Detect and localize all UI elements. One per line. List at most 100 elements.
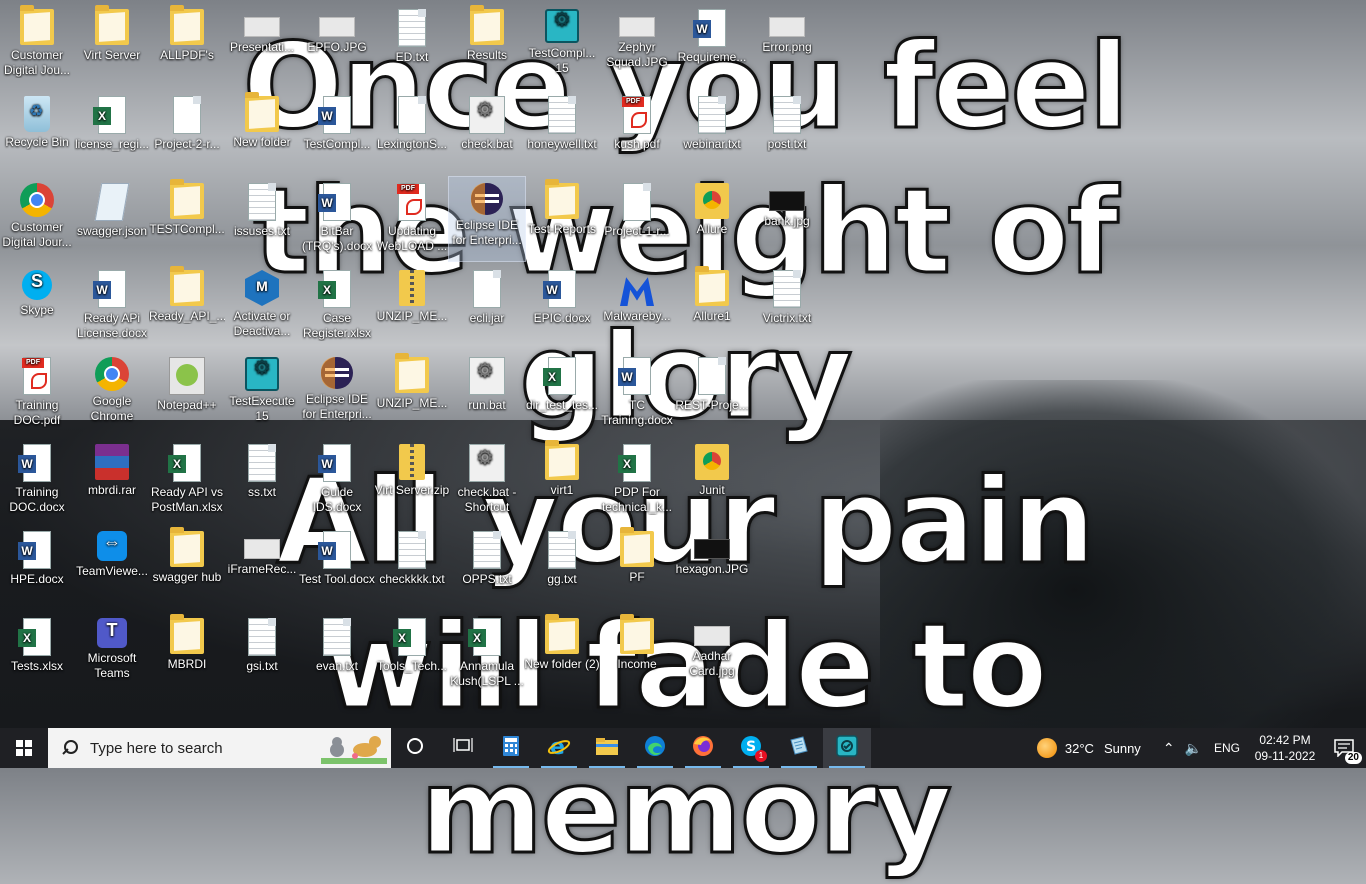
desktop-icon[interactable]: TestExecute 15	[224, 351, 300, 435]
desktop-icon[interactable]: BitBar (TRQ's).docx	[299, 177, 375, 261]
desktop-icon[interactable]: webinar.txt	[674, 90, 750, 174]
desktop-icon[interactable]: hexagon.JPG	[674, 525, 750, 609]
weather-widget[interactable]: 32°C Sunny	[1036, 738, 1141, 758]
desktop-icon[interactable]: Junit	[674, 438, 750, 522]
desktop-icon[interactable]: TC Training.docx	[599, 351, 675, 435]
desktop-icon[interactable]: EPFO.JPG	[299, 3, 375, 87]
desktop-icon[interactable]: Virt Server.zip	[374, 438, 450, 522]
desktop-icon[interactable]: Allure	[674, 177, 750, 261]
taskbar-search-box[interactable]: Type here to search	[48, 728, 391, 768]
desktop-icon[interactable]: evan.txt	[299, 612, 375, 696]
desktop-icon[interactable]: honeywell.txt	[524, 90, 600, 174]
desktop-icon[interactable]: TESTCompl...	[149, 177, 225, 261]
desktop-icon[interactable]: swagger.json	[74, 177, 150, 261]
desktop-icon[interactable]: Tests.xlsx	[0, 612, 75, 696]
desktop-icon[interactable]: Google Chrome	[74, 351, 150, 435]
volume-icon[interactable]: 🔈	[1185, 740, 1202, 757]
desktop-icon[interactable]: LexingtonS...	[374, 90, 450, 174]
desktop-icon[interactable]: Eclipse IDE for Enterpri...	[299, 351, 375, 435]
desktop-icon[interactable]: check.bat - Shortcut	[449, 438, 525, 522]
desktop-icon[interactable]: Training DOC.pdf	[0, 351, 75, 435]
taskbar-app-button[interactable]	[391, 728, 439, 768]
desktop-icon[interactable]: ss.txt	[224, 438, 300, 522]
desktop-icon[interactable]: issuses.txt	[224, 177, 300, 261]
taskbar-app-button[interactable]	[775, 728, 823, 768]
desktop-icon[interactable]: Customer Digital Jour...	[0, 177, 75, 261]
desktop-icon[interactable]: Training DOC.docx	[0, 438, 75, 522]
language-indicator[interactable]: ENG	[1214, 741, 1240, 755]
desktop-icon[interactable]: HPE.docx	[0, 525, 75, 609]
desktop-icon[interactable]: New folder	[224, 90, 300, 174]
desktop-icon[interactable]: iFrameRec...	[224, 525, 300, 609]
desktop-icon[interactable]: Allure1	[674, 264, 750, 348]
desktop-icon[interactable]: MBRDI	[149, 612, 225, 696]
desktop-icon[interactable]: REST-Proje...	[674, 351, 750, 435]
notification-center-button[interactable]: 20	[1322, 728, 1366, 768]
taskbar-app-button[interactable]	[679, 728, 727, 768]
desktop-icon[interactable]: Error.png	[749, 3, 825, 87]
start-button[interactable]	[0, 728, 48, 768]
desktop-icon[interactable]: Project-2-r...	[149, 90, 225, 174]
desktop-icon[interactable]: Victrix.txt	[749, 264, 825, 348]
desktop-icon[interactable]: Presentati...	[224, 3, 300, 87]
desktop-icon[interactable]: Requireme...	[674, 3, 750, 87]
taskbar-app-button[interactable]	[631, 728, 679, 768]
desktop-icon[interactable]: Eclipse IDE for Enterpri...	[448, 176, 526, 262]
taskbar-app-button[interactable]	[823, 728, 871, 768]
desktop-icon[interactable]: OPPS.txt	[449, 525, 525, 609]
clock[interactable]: 02:42 PM 09-11-2022	[1248, 732, 1322, 764]
desktop-icon[interactable]: ecli.jar	[449, 264, 525, 348]
desktop-icon[interactable]: Project-1-r...	[599, 177, 675, 261]
desktop-icon[interactable]: run.bat	[449, 351, 525, 435]
desktop-icon[interactable]: UNZIP_ME...	[374, 351, 450, 435]
desktop-icon[interactable]: Virt Server	[74, 3, 150, 87]
desktop-icon[interactable]: gg.txt	[524, 525, 600, 609]
desktop-icon[interactable]: EPIC.docx	[524, 264, 600, 348]
desktop-icon[interactable]: Test Tool.docx	[299, 525, 375, 609]
desktop-icon[interactable]: Annamula Kush(LSPL ...	[449, 612, 525, 696]
desktop-icon[interactable]: Recycle Bin	[0, 90, 75, 174]
desktop-icon[interactable]: Skype	[0, 264, 75, 348]
desktop-icon[interactable]: post.txt	[749, 90, 825, 174]
taskbar-app-button[interactable]: e	[535, 728, 583, 768]
desktop-icon[interactable]: ALLPDF's	[149, 3, 225, 87]
desktop-icon[interactable]: PDP For technical_k...	[599, 438, 675, 522]
desktop-icon[interactable]: Ready API vs PostMan.xlsx	[149, 438, 225, 522]
desktop-icon[interactable]: Microsoft Teams	[74, 612, 150, 696]
desktop-icon[interactable]: Ready APi License.docx	[74, 264, 150, 348]
taskbar-app-button[interactable]	[487, 728, 535, 768]
desktop-icon[interactable]: Updating WebLOAD ...	[374, 177, 450, 261]
desktop-icon[interactable]: Aadhar Card.jpg	[674, 612, 750, 696]
taskbar-app-button[interactable]	[583, 728, 631, 768]
desktop-icon[interactable]: bank.jpg	[749, 177, 825, 261]
desktop-icon[interactable]: Customer Digital Jou...	[0, 3, 75, 87]
desktop-icon[interactable]: TeamViewe...	[74, 525, 150, 609]
desktop-icon[interactable]: Activate or Deactiva...	[224, 264, 300, 348]
desktop-icon[interactable]: ED.txt	[374, 3, 450, 87]
desktop-icon[interactable]: Guide IDS.docx	[299, 438, 375, 522]
desktop-icon[interactable]: Results	[449, 3, 525, 87]
desktop-icon[interactable]: Test-Reports	[524, 177, 600, 261]
desktop-icon[interactable]: Tools_Tech...	[374, 612, 450, 696]
desktop-icon[interactable]: check.bat	[449, 90, 525, 174]
chevron-up-icon[interactable]: ⌃	[1163, 740, 1175, 757]
desktop-icon[interactable]: swagger hub	[149, 525, 225, 609]
taskbar-app-button[interactable]	[439, 728, 487, 768]
desktop-icon[interactable]: PF	[599, 525, 675, 609]
desktop-icon[interactable]: TestCompl...	[299, 90, 375, 174]
desktop-icon[interactable]: Notepad++	[149, 351, 225, 435]
desktop-icon[interactable]: Income	[599, 612, 675, 696]
desktop-icon[interactable]: Malwareby...	[599, 264, 675, 348]
desktop-icon[interactable]: dir_test_tes...	[524, 351, 600, 435]
desktop-icon[interactable]: New folder (2)	[524, 612, 600, 696]
desktop-icon[interactable]: kush.pdf	[599, 90, 675, 174]
desktop-icon[interactable]: license_regi...	[74, 90, 150, 174]
desktop-icon[interactable]: Case Register.xlsx	[299, 264, 375, 348]
desktop-icon[interactable]: UNZIP_ME...	[374, 264, 450, 348]
taskbar-app-button[interactable]: S1	[727, 728, 775, 768]
desktop-icon[interactable]: Ready_API_...	[149, 264, 225, 348]
desktop-icon[interactable]: checkkkk.txt	[374, 525, 450, 609]
desktop-icon[interactable]: mbrdi.rar	[74, 438, 150, 522]
desktop-icon[interactable]: virt1	[524, 438, 600, 522]
desktop-icon[interactable]: TestCompl... 15	[524, 3, 600, 87]
